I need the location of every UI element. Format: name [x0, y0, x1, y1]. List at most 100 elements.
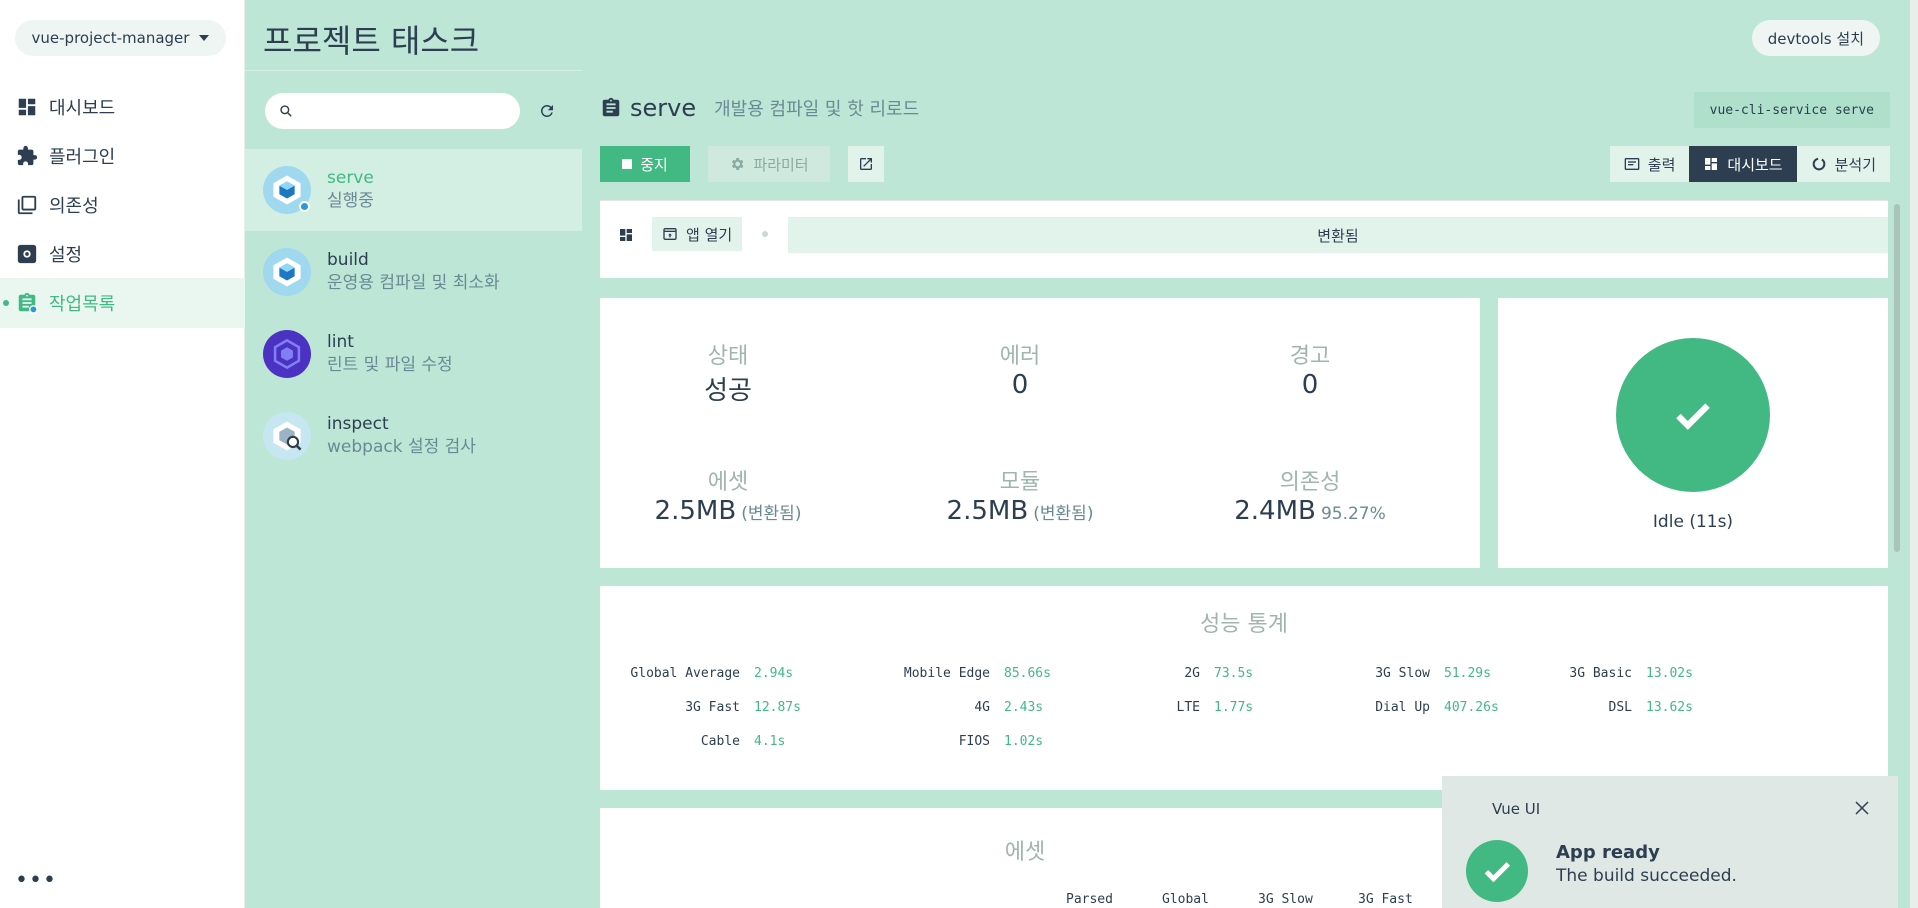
speed-stat-name: FIOS — [958, 734, 990, 749]
open-app-button[interactable]: 앱 열기 — [652, 217, 743, 251]
nav-item-plugins[interactable]: 플러그인 — [0, 131, 245, 181]
speed-stat-value: 13.02s — [1646, 666, 1693, 681]
left-nav: vue-project-manager 대시보드 플러그인 의존성 설정 작업목… — [0, 0, 245, 908]
speed-stat: FIOS 1.02s — [870, 734, 1043, 749]
puzzle-icon — [15, 144, 39, 168]
project-selector[interactable]: vue-project-manager — [15, 20, 226, 56]
nav-item-label: 설정 — [49, 245, 83, 266]
stat-dependencies: 의존성 2.4MB 95.27% — [1190, 464, 1430, 526]
nav-item-label: 플러그인 — [49, 147, 116, 168]
page-title: 프로젝트 태스크 — [263, 22, 480, 60]
clipboard-icon — [15, 291, 39, 315]
more-menu-icon[interactable]: ••• — [15, 868, 57, 893]
speed-stat-name: 3G Fast — [685, 700, 740, 715]
speed-stat-value: 85.66s — [1004, 666, 1051, 681]
speed-stat-name: LTE — [1176, 700, 1200, 715]
build-stats-card: 상태 성공 에러 0 경고 0 에셋 2.5MB (변환됨) 모듈 2.5MB … — [600, 298, 1480, 568]
task-title: serve — [630, 94, 697, 122]
nav-item-dashboard[interactable]: 대시보드 — [0, 82, 245, 132]
speed-stat: Cable 4.1s — [620, 734, 785, 749]
speed-stats-card: 성능 통계 Global Average 2.94s Mobile Edge 85.… — [600, 586, 1888, 790]
stat-value: 성공 — [704, 376, 752, 406]
stat-label: 에셋 — [707, 470, 749, 495]
install-devtools-button[interactable]: devtools 설치 — [1751, 20, 1880, 56]
project-selector-label: vue-project-manager — [31, 29, 190, 47]
task-name: build — [327, 250, 369, 270]
stat-warnings: 경고 0 — [1190, 338, 1430, 400]
task-header: serve 개발용 컴파일 및 핫 리로드 — [600, 94, 919, 122]
stat-label: 경고 — [1289, 344, 1331, 369]
task-item-lint[interactable]: lint 린트 및 파일 수정 — [245, 313, 582, 395]
open-external-button[interactable] — [848, 146, 884, 182]
close-icon[interactable] — [1852, 798, 1872, 818]
task-name: lint — [327, 332, 354, 352]
running-indicator — [299, 201, 310, 212]
speed-stat-value: 12.87s — [754, 700, 801, 715]
assets-column-header: 3G Slow — [1258, 892, 1313, 907]
speed-stat-value: 13.62s — [1646, 700, 1693, 715]
tab-dashboard[interactable]: 대시보드 — [1689, 146, 1797, 182]
task-description: 개발용 컴파일 및 핫 리로드 — [714, 99, 920, 120]
parameters-button[interactable]: 파라미터 — [708, 146, 830, 182]
content-scrollbar[interactable] — [1894, 204, 1900, 552]
stat-modules: 모듈 2.5MB (변환됨) — [900, 464, 1140, 526]
nav-item-settings[interactable]: 설정 — [0, 229, 245, 279]
webpack-cube-icon — [263, 166, 311, 214]
nav-item-tasks[interactable]: 작업목록 — [0, 278, 245, 328]
dashboard-toolbar: 앱 열기 변환됨 — [600, 200, 1888, 278]
build-status-bar: 변환됨 — [788, 217, 1888, 253]
tab-label: 출력 — [1647, 155, 1676, 174]
task-item-inspect[interactable]: inspect webpack 설정 검사 — [245, 395, 582, 477]
nav-item-label: 의존성 — [49, 196, 99, 217]
tab-output[interactable]: 출력 — [1609, 146, 1690, 182]
speed-stat-name: Mobile Edge — [903, 666, 990, 681]
task-name: serve — [327, 168, 374, 188]
speed-stat-name: Cable — [700, 734, 740, 749]
task-item-serve[interactable]: serve 실행중 — [245, 149, 582, 231]
idle-status: Idle (11s) — [1652, 512, 1734, 532]
speed-stat-value: 407.26s — [1444, 700, 1499, 715]
stat-label: 의존성 — [1279, 470, 1341, 495]
tab-analyzer[interactable]: 분석기 — [1796, 146, 1890, 182]
parameters-label: 파라미터 — [753, 155, 809, 174]
status-dot — [762, 231, 768, 237]
stat-errors: 에러 0 — [900, 338, 1140, 400]
stop-button[interactable]: 중지 — [600, 146, 690, 182]
stat-label: 상태 — [707, 344, 749, 369]
command-badge: vue-cli-service serve — [1693, 92, 1890, 128]
stat-status: 상태 성공 — [608, 338, 848, 407]
nav-item-label: 작업목록 — [49, 294, 116, 315]
task-desc: 실행중 — [327, 191, 374, 211]
speed-stats-title: 성능 통계 — [1200, 612, 1288, 637]
eslint-icon — [263, 330, 311, 378]
stat-label: 에러 — [999, 344, 1041, 369]
speed-stat-name: 3G Basic — [1569, 666, 1632, 681]
speed-stat: 3G Slow 51.29s — [1310, 666, 1491, 681]
speed-stat-value: 1.77s — [1214, 700, 1254, 715]
status-text: 변환됨 — [1317, 226, 1359, 245]
task-search[interactable] — [265, 93, 520, 129]
refresh-icon[interactable] — [535, 99, 559, 123]
console-icon — [1624, 158, 1640, 170]
speed-stat-name: Dial Up — [1375, 700, 1430, 715]
speed-stat-name: 3G Slow — [1375, 666, 1430, 681]
page-scrollbar[interactable] — [1910, 0, 1918, 908]
external-link-icon — [860, 158, 872, 170]
search-input[interactable] — [301, 103, 511, 119]
stat-value: 0 — [1011, 370, 1029, 400]
nav-item-dependencies[interactable]: 의존성 — [0, 180, 245, 230]
speed-stat: DSL 13.62s — [1512, 700, 1693, 715]
stat-label: 모듈 — [999, 470, 1041, 495]
stat-value: 2.4MB — [1234, 496, 1316, 526]
chevron-down-icon — [199, 35, 210, 41]
gear-icon — [732, 158, 744, 170]
tab-label: 분석기 — [1834, 155, 1876, 174]
stop-icon — [622, 159, 633, 169]
clipboard-icon — [602, 97, 620, 117]
task-desc: webpack 설정 검사 — [327, 437, 476, 457]
speed-stat-name: DSL — [1608, 700, 1632, 715]
task-item-build[interactable]: build 운영용 컴파일 및 최소화 — [245, 231, 582, 313]
speed-stat: LTE 1.77s — [1080, 700, 1254, 715]
speed-stat-name: 4G — [974, 700, 990, 715]
toast-message: The build succeeded. — [1556, 866, 1737, 886]
